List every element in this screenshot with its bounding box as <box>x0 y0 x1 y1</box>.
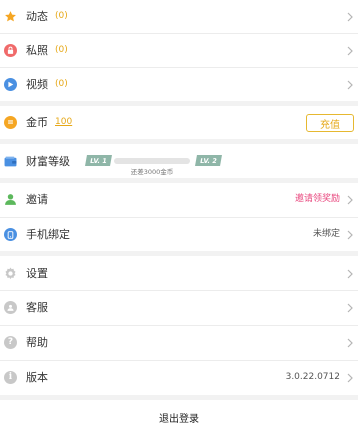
logout-label: 退出登录 <box>159 414 199 425</box>
info-icon: i <box>4 371 17 384</box>
level-progress-bar <box>114 158 190 164</box>
menu-item-settings[interactable]: 设置 <box>0 256 358 290</box>
chevron-right-icon <box>347 269 353 279</box>
wealth-level-row[interactable]: 财富等级 LV. 1 还差3000金币 LV. 2 <box>0 144 358 178</box>
content-menu-group: 动态 (0) 私照 (0) 视频 (0) <box>0 0 358 101</box>
menu-item-label: 版本 <box>26 371 48 384</box>
version-number: 3.0.22.0712 <box>285 372 340 382</box>
moments-count: (0) <box>55 11 68 21</box>
user-icon <box>4 193 17 206</box>
menu-item-label: 邀请 <box>26 193 48 206</box>
star-icon <box>4 10 17 23</box>
menu-item-phone-binding[interactable]: 手机绑定 未绑定 <box>0 217 358 251</box>
chevron-right-icon <box>347 338 353 348</box>
gear-icon <box>4 267 17 280</box>
coin-icon <box>4 116 17 129</box>
menu-item-label: 客服 <box>26 301 48 314</box>
wallet-icon <box>4 155 17 168</box>
menu-item-label: 设置 <box>26 267 48 280</box>
private-photos-count: (0) <box>55 45 68 55</box>
menu-item-private-photos[interactable]: 私照 (0) <box>0 33 358 67</box>
menu-item-label: 动态 <box>26 10 48 23</box>
menu-item-label: 视频 <box>26 78 48 91</box>
account-menu-group: 邀请 邀请领奖励 手机绑定 未绑定 <box>0 183 358 251</box>
chevron-right-icon <box>347 303 353 313</box>
chevron-right-icon <box>347 80 353 90</box>
phone-binding-status: 未绑定 <box>312 229 340 239</box>
coins-label: 金币 <box>26 116 48 129</box>
lock-icon <box>4 44 17 57</box>
chevron-right-icon <box>347 373 353 383</box>
menu-item-customer-service[interactable]: 客服 <box>0 290 358 325</box>
wealth-level-section: 财富等级 LV. 1 还差3000金币 LV. 2 <box>0 144 358 178</box>
recharge-button[interactable]: 充值 <box>306 114 354 132</box>
logout-button[interactable]: 退出登录 <box>0 400 358 430</box>
chevron-right-icon <box>347 230 353 240</box>
system-menu-group: 设置 客服 ? 帮助 i 版本 3.0.22.0712 <box>0 256 358 395</box>
coins-row: 金币 100 充值 <box>0 106 358 139</box>
menu-item-videos[interactable]: 视频 (0) <box>0 67 358 101</box>
chevron-right-icon <box>347 46 353 56</box>
phone-icon <box>4 228 17 241</box>
videos-count: (0) <box>55 79 68 89</box>
chevron-right-icon <box>347 195 353 205</box>
wealth-level-label: 财富等级 <box>26 155 70 168</box>
menu-item-moments[interactable]: 动态 (0) <box>0 0 358 33</box>
chevron-right-icon <box>347 12 353 22</box>
current-level-badge: LV. 1 <box>85 155 112 166</box>
menu-item-label: 私照 <box>26 44 48 57</box>
menu-item-help[interactable]: ? 帮助 <box>0 325 358 360</box>
service-icon <box>4 301 17 314</box>
coins-balance-link[interactable]: 100 <box>55 118 72 127</box>
coins-section: 金币 100 充值 <box>0 106 358 139</box>
menu-item-label: 帮助 <box>26 336 48 349</box>
level-hint: 还差3000金币 <box>130 168 174 176</box>
menu-item-version[interactable]: i 版本 3.0.22.0712 <box>0 360 358 395</box>
play-icon <box>4 78 17 91</box>
next-level-badge: LV. 2 <box>195 155 222 166</box>
menu-item-invite[interactable]: 邀请 邀请领奖励 <box>0 183 358 217</box>
help-icon: ? <box>4 336 17 349</box>
invite-reward-link[interactable]: 邀请领奖励 <box>295 195 340 204</box>
menu-item-label: 手机绑定 <box>26 228 70 241</box>
